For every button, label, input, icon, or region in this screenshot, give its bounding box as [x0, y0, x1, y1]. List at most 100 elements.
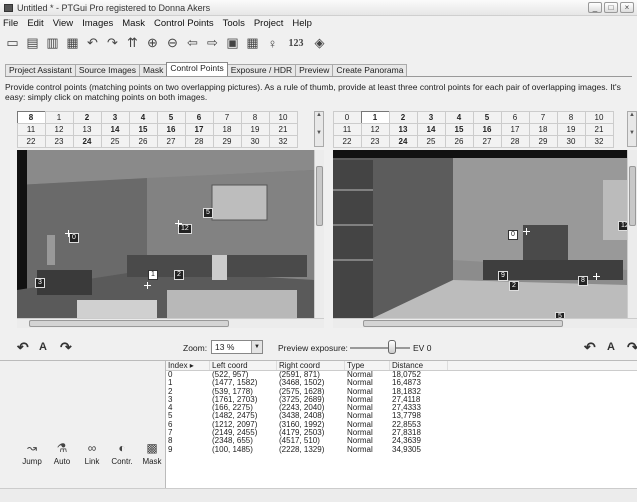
rotate-left-icon[interactable]: ↶	[584, 339, 596, 356]
tab-create-panorama[interactable]: Create Panorama	[332, 64, 408, 76]
control-point-marker[interactable]: 12	[618, 221, 627, 231]
zoom-in-icon[interactable]: ⊕	[143, 34, 162, 52]
left-image-view[interactable]: 0 12 5 1 2 3	[17, 150, 314, 318]
right-image-tab[interactable]: 23	[360, 134, 390, 148]
control-point-marker[interactable]: 9	[498, 271, 508, 281]
col-index-header[interactable]: Index ▸	[166, 361, 210, 370]
tips-icon[interactable]: ♀	[263, 34, 282, 52]
left-image-tab[interactable]: 32	[268, 134, 298, 148]
tab-exposure-hdr[interactable]: Exposure / HDR	[226, 64, 297, 76]
right-image-tab[interactable]: 27	[472, 134, 502, 148]
menu-file[interactable]: File	[3, 18, 18, 29]
tab-preview[interactable]: Preview	[295, 64, 334, 76]
left-image-tab[interactable]: 22	[16, 134, 46, 148]
menu-images[interactable]: Images	[82, 18, 113, 29]
left-image-tab[interactable]: 25	[100, 134, 130, 148]
right-image-tab[interactable]: 32	[584, 134, 614, 148]
zoom-select[interactable]: 13 % ▼	[211, 340, 263, 354]
auto-align-right-button[interactable]: A	[607, 341, 615, 353]
exposure-slider-thumb[interactable]	[388, 340, 396, 354]
table-icon[interactable]: ▦	[243, 34, 262, 52]
right-image-tab[interactable]: 25	[416, 134, 446, 148]
zoom-out-icon[interactable]: ⊖	[163, 34, 182, 52]
right-image-tab[interactable]: 29	[528, 134, 558, 148]
menu-edit[interactable]: Edit	[27, 18, 43, 29]
chevron-down-icon[interactable]: ▼	[251, 341, 262, 353]
right-image-view[interactable]: 0 12 8 9 2 5	[333, 150, 627, 318]
menu-control-points[interactable]: Control Points	[154, 18, 214, 29]
left-image-tab[interactable]: 29	[212, 134, 242, 148]
tab-project-assistant[interactable]: Project Assistant	[5, 64, 76, 76]
left-image-tab[interactable]: 30	[240, 134, 270, 148]
control-point-marker[interactable]: 1	[148, 270, 158, 280]
contr-button[interactable]: ◐ Contr.	[108, 441, 136, 466]
right-image-tab[interactable]: 30	[556, 134, 586, 148]
tab-mask[interactable]: Mask	[139, 64, 168, 76]
back-icon[interactable]: ⇦	[183, 34, 202, 52]
right-image-tab[interactable]: 22	[332, 134, 362, 148]
exposure-slider-track[interactable]	[350, 347, 410, 349]
close-button[interactable]: ×	[620, 2, 634, 13]
new-icon[interactable]: ▭	[3, 34, 22, 52]
left-vertical-scrollbar[interactable]	[314, 150, 324, 318]
jump-button[interactable]: ↝ Jump	[18, 441, 46, 466]
left-image-tab[interactable]: 27	[156, 134, 186, 148]
control-point-marker[interactable]: 3	[35, 278, 45, 288]
left-image-tab[interactable]: 24	[72, 134, 102, 148]
link-label: Link	[84, 457, 100, 466]
rotate-right-icon[interactable]: ↷	[627, 339, 637, 356]
globe-icon[interactable]: ◈	[310, 34, 329, 52]
left-vscroll-thumb[interactable]	[316, 166, 323, 226]
tab-source-images[interactable]: Source Images	[74, 64, 141, 76]
menu-help[interactable]: Help	[292, 18, 312, 29]
auto-button[interactable]: ⚗ Auto	[48, 441, 76, 466]
right-horizontal-scrollbar[interactable]	[333, 318, 637, 328]
right-image-tab[interactable]: 24	[388, 134, 418, 148]
panorama-editor-icon[interactable]: ▣	[223, 34, 242, 52]
menu-tools[interactable]: Tools	[223, 18, 245, 29]
crosshair-icon	[144, 282, 151, 289]
col-left-coord-header[interactable]: Left coord	[210, 361, 277, 370]
forward-icon[interactable]: ⇨	[203, 34, 222, 52]
tab-control-points[interactable]: Control Points	[166, 62, 228, 76]
redo-icon[interactable]: ↷	[103, 34, 122, 52]
right-vertical-scrollbar[interactable]	[627, 150, 637, 318]
numbers-icon[interactable]: 123	[283, 34, 309, 52]
control-point-marker[interactable]: 8	[578, 276, 588, 286]
col-right-coord-header[interactable]: Right coord	[277, 361, 345, 370]
minimize-button[interactable]: _	[588, 2, 602, 13]
control-point-marker[interactable]: 5	[203, 208, 213, 218]
control-point-marker[interactable]: 2	[509, 281, 519, 291]
mask-button[interactable]: ▩ Mask	[138, 441, 166, 466]
rotate-left-icon[interactable]: ↶	[17, 339, 29, 356]
col-distance-header[interactable]: Distance	[390, 361, 448, 370]
col-type-header[interactable]: Type	[345, 361, 390, 370]
left-selector-scroll[interactable]: ▲ ▼	[314, 111, 324, 147]
open-icon[interactable]: ▤	[23, 34, 42, 52]
auto-align-left-button[interactable]: A	[39, 341, 47, 353]
table-row[interactable]: 9 (100, 1485) (2228, 1329) Normal 34,9305	[166, 445, 637, 454]
right-selector-scroll[interactable]: ▲ ▼	[627, 111, 637, 147]
menu-mask[interactable]: Mask	[122, 18, 145, 29]
control-point-marker[interactable]: 0	[508, 230, 518, 240]
left-image-tab[interactable]: 26	[128, 134, 158, 148]
table-cell: 8	[168, 436, 173, 446]
left-hscroll-thumb[interactable]	[29, 320, 229, 327]
right-hscroll-thumb[interactable]	[363, 320, 563, 327]
left-image-tab[interactable]: 28	[184, 134, 214, 148]
right-image-tab[interactable]: 26	[444, 134, 474, 148]
right-vscroll-thumb[interactable]	[629, 166, 636, 226]
left-horizontal-scrollbar[interactable]	[17, 318, 324, 328]
add-images-icon[interactable]: ▥	[43, 34, 62, 52]
maximize-button[interactable]: □	[604, 2, 618, 13]
link-button[interactable]: ∞ Link	[78, 441, 106, 466]
control-point-marker[interactable]: 2	[174, 270, 184, 280]
undo-icon[interactable]: ↶	[83, 34, 102, 52]
right-image-tab[interactable]: 28	[500, 134, 530, 148]
left-image-tab[interactable]: 23	[44, 134, 74, 148]
menu-project[interactable]: Project	[254, 18, 284, 29]
menu-view[interactable]: View	[53, 18, 73, 29]
optimize-icon[interactable]: ⇈	[123, 34, 142, 52]
rotate-right-icon[interactable]: ↷	[60, 339, 72, 356]
save-icon[interactable]: ▦	[63, 34, 82, 52]
